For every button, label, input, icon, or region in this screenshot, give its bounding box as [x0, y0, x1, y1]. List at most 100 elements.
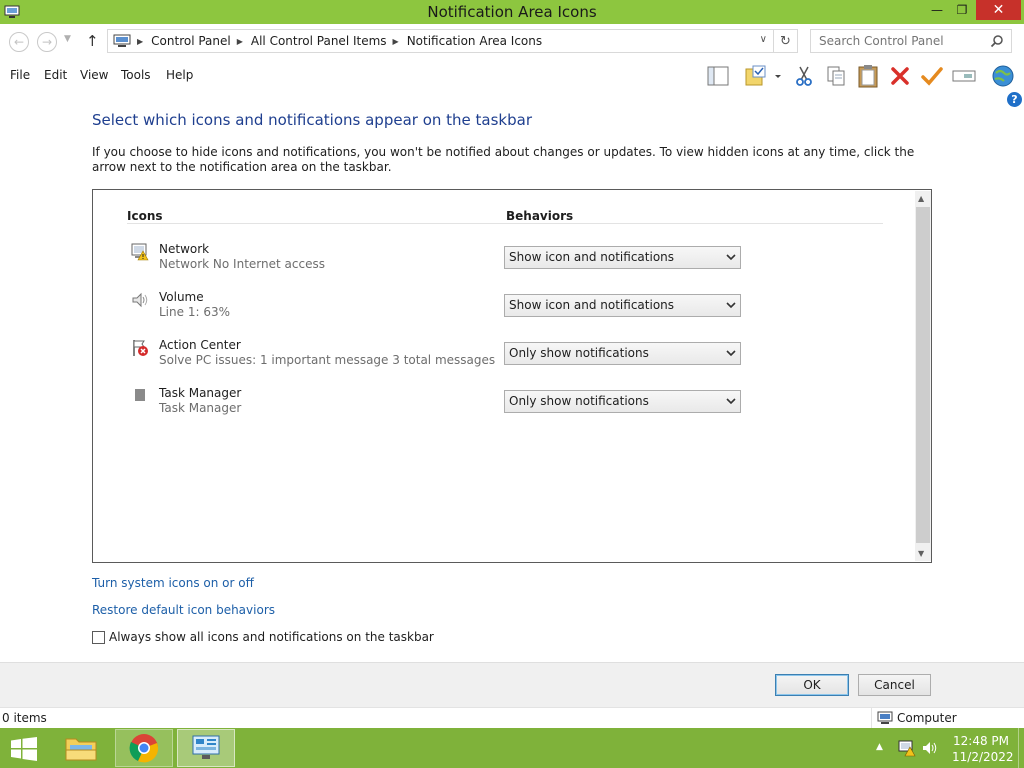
close-button[interactable]: ✕: [976, 0, 1021, 20]
cut-button[interactable]: [791, 63, 817, 89]
arrow-up-icon: ↑: [86, 32, 99, 50]
menu-bar: File Edit View Tools Help: [0, 60, 1024, 90]
help-icon[interactable]: ?: [1007, 92, 1022, 107]
status-location: Computer: [897, 711, 957, 725]
title-bar[interactable]: Notification Area Icons — ❐ ✕: [0, 0, 1024, 24]
properties-button[interactable]: [743, 63, 783, 89]
breadcrumb-notification-area[interactable]: Notification Area Icons: [407, 34, 542, 48]
copy-icon: [827, 66, 845, 86]
dialog-button-bar: OK Cancel: [0, 662, 1024, 707]
chevron-right-icon[interactable]: ▶: [137, 37, 143, 46]
search-icon[interactable]: [990, 34, 1004, 48]
icon-row-task-manager: Task Manager Task Manager Only show noti…: [131, 385, 891, 429]
chevron-down-icon: [726, 254, 736, 261]
speaker-icon: [132, 292, 148, 308]
copy-button[interactable]: [823, 63, 849, 89]
behavior-select-task-manager[interactable]: Only show notifications: [504, 390, 741, 413]
paste-button[interactable]: [855, 63, 881, 89]
action-center-flag-icon: [133, 340, 148, 356]
scrollbar-thumb[interactable]: [916, 207, 930, 543]
status-divider: [871, 708, 872, 728]
recent-locations-dropdown[interactable]: ▼: [64, 34, 71, 44]
taskbar-clock[interactable]: 12:48 PM 11/2/2022: [952, 733, 1014, 765]
restore-button[interactable]: ❐: [950, 0, 974, 20]
check-button[interactable]: [919, 63, 945, 89]
icon-row-network: Network Network No Internet access Show …: [131, 241, 891, 285]
delete-icon: [891, 67, 909, 85]
network-warning-icon: [131, 243, 149, 261]
cut-icon: [796, 66, 812, 86]
always-show-label[interactable]: Always show all icons and notifications …: [109, 630, 434, 644]
page-title: Select which icons and notifications app…: [92, 111, 532, 129]
clock-time: 12:48 PM: [953, 734, 1009, 748]
rename-button[interactable]: [951, 63, 977, 89]
icon-row-name: Action Center: [159, 338, 241, 352]
menu-file[interactable]: File: [10, 68, 30, 82]
breadcrumb-control-panel[interactable]: Control Panel: [151, 34, 231, 48]
arrow-right-icon: →: [41, 35, 53, 49]
item-count: 0 items: [2, 711, 47, 725]
taskbar-chrome[interactable]: [115, 729, 173, 767]
delete-button[interactable]: [887, 63, 913, 89]
window-title: Notification Area Icons: [427, 3, 597, 21]
ok-button[interactable]: OK: [775, 674, 849, 696]
taskbar-file-explorer[interactable]: [52, 729, 110, 767]
show-hidden-icons-arrow[interactable]: ▲: [876, 742, 883, 752]
turn-system-icons-link[interactable]: Turn system icons on or off: [92, 576, 254, 590]
computer-icon: [113, 34, 131, 47]
undo-check-icon: [921, 67, 943, 86]
forward-button[interactable]: →: [37, 32, 57, 52]
address-bar[interactable]: ▶ Control Panel ▶ All Control Panel Item…: [107, 29, 774, 53]
behavior-select-action-center[interactable]: Only show notifications: [504, 342, 741, 365]
chevron-right-icon[interactable]: ▶: [393, 37, 399, 46]
windows-start-icon[interactable]: [10, 737, 38, 761]
icon-row-name: Network: [159, 242, 210, 256]
header-divider: [127, 223, 883, 224]
layout-icon: [707, 66, 729, 86]
page-description: If you choose to hide icons and notifica…: [92, 145, 915, 174]
column-header-behaviors: Behaviors: [506, 209, 574, 223]
always-show-row[interactable]: Always show all icons and notifications …: [92, 630, 434, 644]
selected-behavior: Only show notifications: [509, 394, 649, 408]
show-desktop-button[interactable]: [1018, 728, 1024, 768]
selected-behavior: Show icon and notifications: [509, 298, 675, 312]
search-input[interactable]: [811, 30, 981, 52]
column-header-icons: Icons: [127, 209, 163, 223]
globe-icon: [992, 65, 1014, 87]
chevron-down-icon: [726, 350, 736, 357]
behavior-select-network[interactable]: Show icon and notifications: [504, 246, 741, 269]
taskbar-control-panel[interactable]: [177, 729, 235, 767]
status-bar: 0 items Computer: [0, 707, 1024, 728]
icon-row-volume: Volume Line 1: 63% Show icon and notific…: [131, 289, 891, 333]
back-button[interactable]: ←: [9, 32, 29, 52]
globe-button[interactable]: [990, 63, 1016, 89]
selected-behavior: Only show notifications: [509, 346, 649, 360]
tray-volume-icon[interactable]: [922, 740, 938, 756]
icon-behavior-panel: Icons Behaviors Network Network No Inter…: [92, 189, 932, 563]
breadcrumb-all-items[interactable]: All Control Panel Items: [251, 34, 387, 48]
panel-scrollbar[interactable]: ▲ ▼: [915, 191, 931, 561]
tray-network-warning-icon[interactable]: [898, 739, 916, 757]
chevron-right-icon[interactable]: ▶: [237, 37, 243, 46]
menu-edit[interactable]: Edit: [44, 68, 67, 82]
search-box[interactable]: [810, 29, 1012, 53]
restore-defaults-link[interactable]: Restore default icon behaviors: [92, 603, 275, 617]
menu-help[interactable]: Help: [166, 68, 193, 82]
address-row: ← → ▼ ↑ ▶ Control Panel ▶ All Control Pa…: [0, 24, 1024, 60]
up-button[interactable]: ↑: [86, 32, 99, 50]
scroll-down-icon[interactable]: ▼: [918, 549, 924, 558]
icon-row-subtitle: Line 1: 63%: [159, 305, 230, 319]
arrow-left-icon: ←: [13, 35, 25, 49]
scroll-up-icon[interactable]: ▲: [918, 194, 924, 203]
menu-tools[interactable]: Tools: [121, 68, 151, 82]
address-dropdown-icon[interactable]: ∨: [760, 34, 767, 45]
refresh-button[interactable]: ↻: [774, 29, 798, 53]
menu-view[interactable]: View: [80, 68, 108, 82]
layout-button[interactable]: [705, 63, 731, 89]
always-show-checkbox[interactable]: [92, 630, 105, 644]
minimize-button[interactable]: —: [925, 0, 949, 20]
cancel-button[interactable]: Cancel: [858, 674, 931, 696]
chevron-down-icon: ▼: [64, 34, 71, 44]
chevron-down-icon: [726, 302, 736, 309]
behavior-select-volume[interactable]: Show icon and notifications: [504, 294, 741, 317]
